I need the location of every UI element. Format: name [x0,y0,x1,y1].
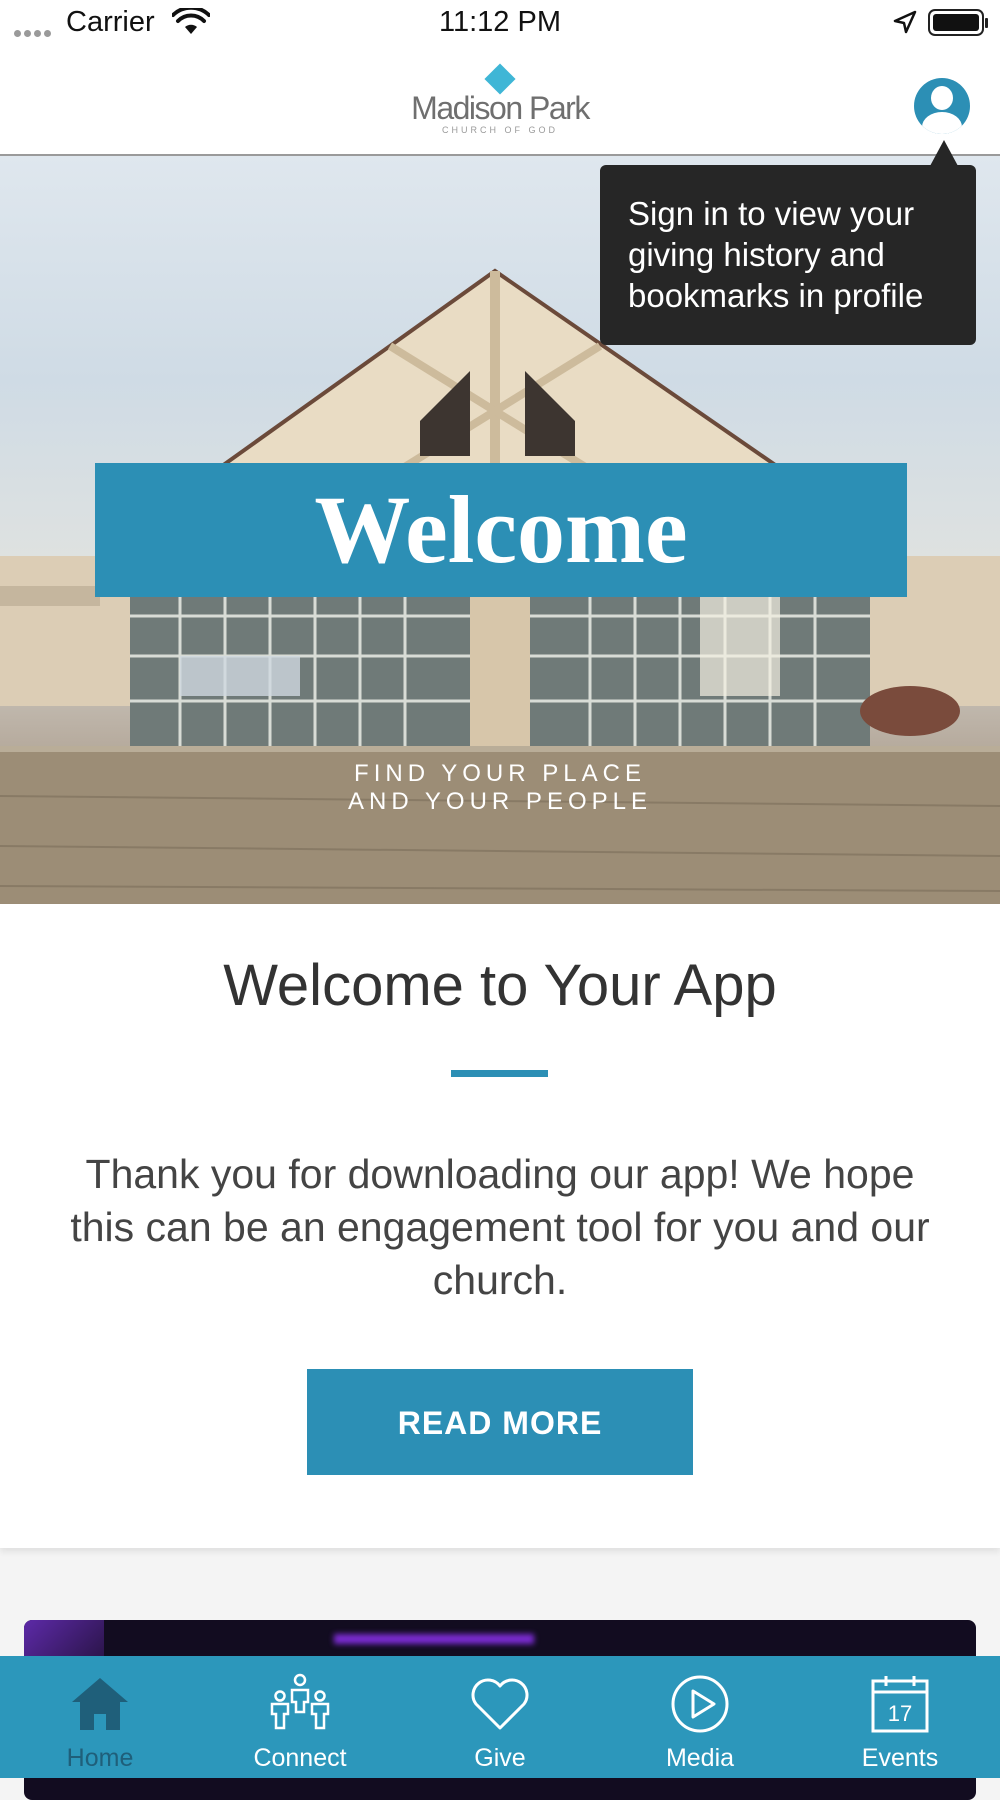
tab-home[interactable]: Home [0,1656,200,1778]
tab-home-label: Home [66,1744,134,1772]
tab-bar: Home Connect Give Media 17 Events [0,1656,1000,1778]
status-bar: Carrier 11:12 PM [0,0,1000,50]
sign-in-tooltip[interactable]: Sign in to view your giving history and … [600,165,976,345]
logo-name: Madison Park [411,90,590,126]
tab-give[interactable]: Give [400,1656,600,1778]
calendar-day-number: 17 [888,1701,912,1726]
calendar-icon: 17 [868,1672,932,1736]
welcome-banner: Welcome [95,463,907,597]
title-divider [451,1070,548,1077]
hero-tagline-line1: FIND YOUR PLACE [354,760,646,787]
tooltip-arrow [930,140,958,166]
status-time: 11:12 PM [439,6,561,38]
tab-events[interactable]: 17 Events [800,1656,1000,1778]
church-logo: Madison Park CHURCH OF GOD [410,63,590,142]
play-icon [668,1672,732,1736]
card-body: Thank you for downloading our app! We ho… [70,1151,930,1303]
card-title: Welcome to Your App [223,953,777,1018]
battery-icon [928,9,988,36]
welcome-card: Welcome to Your App Thank you for downlo… [0,904,1000,1548]
profile-icon-body [922,112,962,134]
tab-connect-label: Connect [253,1744,347,1772]
welcome-banner-text: Welcome [314,476,688,583]
hero-tagline: FIND YOUR PLACE AND YOUR PEOPLE [0,760,1000,816]
tab-media[interactable]: Media [600,1656,800,1778]
read-more-button[interactable]: READ MORE [307,1369,693,1475]
location-arrow-icon [893,10,917,39]
media-card-graphic [24,1620,104,1660]
profile-button[interactable] [914,78,970,134]
tab-events-label: Events [861,1744,939,1772]
home-icon [68,1672,132,1736]
profile-icon-head [931,86,953,110]
tab-give-label: Give [474,1744,526,1772]
nav-bar: Madison Park CHURCH OF GOD [0,50,1000,156]
logo-subtitle: CHURCH OF GOD [442,125,558,135]
media-card-glow [334,1634,534,1644]
people-icon [268,1672,332,1736]
tab-media-label: Media [665,1744,735,1772]
hero-tagline-line2: AND YOUR PEOPLE [348,788,652,815]
heart-icon [468,1672,532,1736]
tab-connect[interactable]: Connect [200,1656,400,1778]
